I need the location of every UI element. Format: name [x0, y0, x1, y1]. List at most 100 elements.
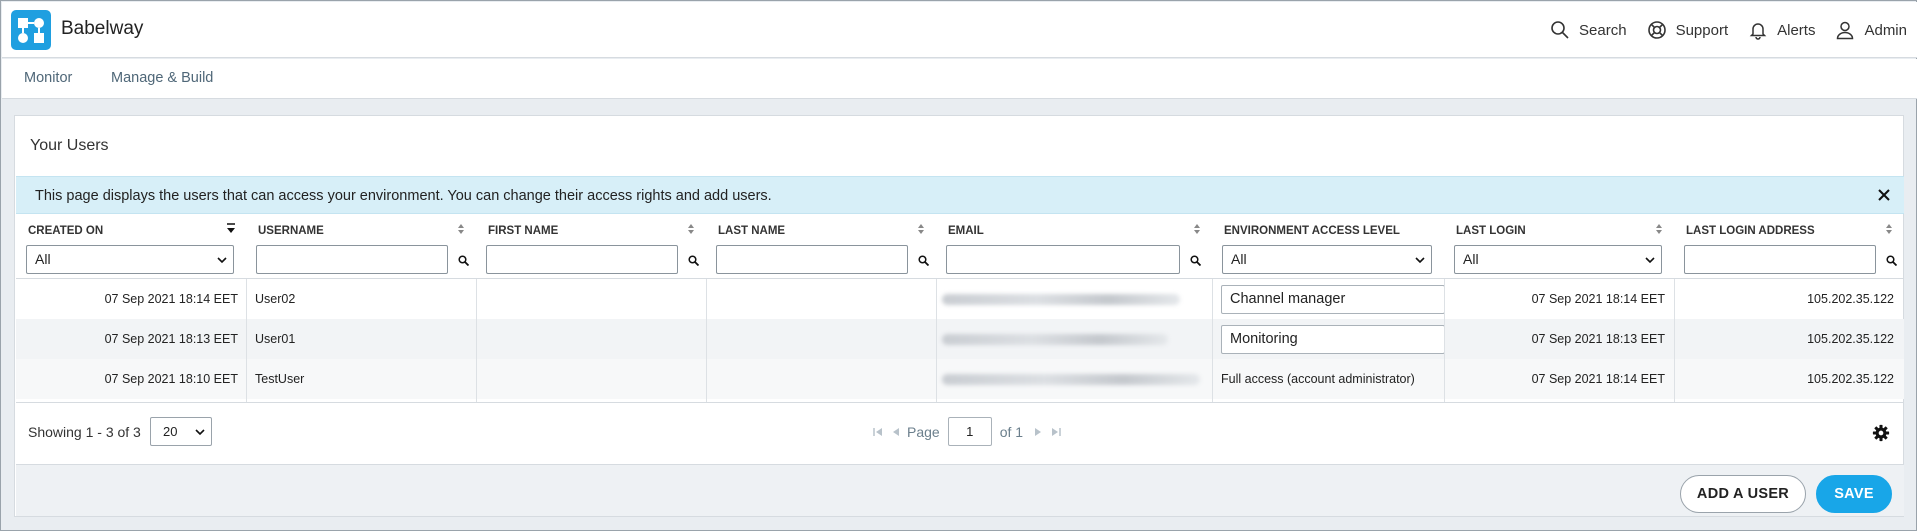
search-button[interactable]: Search — [1550, 20, 1627, 40]
first-page-icon[interactable] — [871, 425, 885, 439]
cell-last-name — [716, 319, 926, 359]
search-icon[interactable] — [1886, 255, 1897, 266]
nav-item-monitor[interactable]: Monitor — [24, 70, 72, 86]
search-icon[interactable] — [918, 255, 929, 266]
column-divider — [1212, 279, 1213, 402]
column-last-login: LAST LOGIN All — [1444, 214, 1674, 274]
cell-last-login-address: 105.202.35.122 — [1807, 332, 1894, 346]
column-divider — [246, 279, 247, 402]
lifebuoy-icon — [1647, 21, 1666, 39]
column-header-last-login[interactable]: LAST LOGIN — [1456, 225, 1526, 237]
cell-last-name — [716, 279, 926, 319]
username-filter-input[interactable] — [256, 245, 448, 274]
save-button[interactable]: SAVE — [1816, 475, 1892, 513]
next-page-icon[interactable] — [1031, 425, 1045, 439]
cell-last-login: 07 Sep 2021 18:14 EET — [1531, 292, 1665, 306]
page-size-select[interactable]: 20 — [150, 417, 212, 446]
table-row[interactable]: 07 Sep 2021 18:13 EET User01 Monitoring … — [16, 319, 1904, 359]
users-table: CREATED ON All USERNAME FIRST NAME LAST … — [16, 214, 1904, 516]
table-row[interactable]: 07 Sep 2021 18:14 EET User02 Channel man… — [16, 279, 1904, 319]
page-label: Page — [907, 423, 940, 440]
alerts-label: Alerts — [1777, 21, 1816, 39]
support-label: Support — [1675, 21, 1729, 39]
column-header-last-name[interactable]: LAST NAME — [718, 225, 785, 237]
cell-last-name — [716, 359, 926, 399]
close-icon[interactable] — [1874, 185, 1894, 205]
action-bar: ADD A USER SAVE — [16, 464, 1904, 516]
column-header-email[interactable]: EMAIL — [948, 225, 984, 237]
cell-first-name — [486, 279, 696, 319]
column-header-first-name[interactable]: FIRST NAME — [488, 225, 558, 237]
column-header-created-on[interactable]: CREATED ON — [28, 225, 103, 237]
sort-icon[interactable] — [1192, 222, 1202, 236]
previous-page-icon[interactable] — [889, 425, 903, 439]
last-name-filter-input[interactable] — [716, 245, 908, 274]
cell-created-on: 07 Sep 2021 18:14 EET — [104, 292, 238, 306]
access-level-select[interactable]: Channel manager — [1221, 285, 1445, 314]
sort-icon[interactable] — [1884, 222, 1894, 236]
access-level-value: Channel manager — [1230, 291, 1346, 307]
support-button[interactable]: Support — [1647, 20, 1729, 40]
add-user-button[interactable]: ADD A USER — [1680, 475, 1806, 513]
email-filter-input[interactable] — [946, 245, 1180, 274]
chevron-down-icon — [1645, 257, 1655, 264]
pager: Page 1 of 1 — [871, 417, 1067, 446]
bell-icon — [1749, 23, 1767, 40]
cell-username: User02 — [255, 292, 296, 306]
access-level-select[interactable]: Monitoring — [1221, 325, 1445, 354]
gear-icon[interactable] — [1872, 424, 1890, 442]
column-first-name: FIRST NAME — [476, 214, 706, 274]
column-last-login-address: LAST LOGIN ADDRESS — [1674, 214, 1904, 274]
user-icon — [1837, 21, 1854, 40]
table-footer: Showing 1 - 3 of 3 20 Page 1 of 1 — [16, 402, 1904, 464]
sort-icon[interactable] — [1654, 222, 1664, 236]
access-level-value: Monitoring — [1230, 331, 1298, 347]
cell-first-name — [486, 359, 696, 399]
search-icon — [1551, 21, 1569, 39]
main-nav: Monitor Manage & Build — [2, 59, 1917, 99]
last-login-filter-select[interactable]: All — [1454, 245, 1662, 274]
cell-access-level: Full access (account administrator) — [1221, 372, 1415, 386]
email-redacted — [942, 294, 1180, 305]
column-header-last-login-address[interactable]: LAST LOGIN ADDRESS — [1686, 225, 1815, 237]
users-panel: Your Users This page displays the users … — [14, 115, 1904, 517]
column-divider — [706, 279, 707, 402]
search-icon[interactable] — [458, 255, 469, 266]
page-number-input[interactable]: 1 — [947, 417, 992, 446]
column-email: EMAIL — [936, 214, 1212, 274]
babelway-logo[interactable] — [11, 10, 51, 50]
sort-icon[interactable] — [686, 222, 696, 236]
search-icon[interactable] — [1190, 255, 1201, 266]
table-row[interactable]: 07 Sep 2021 18:10 EET TestUser Full acce… — [16, 359, 1904, 399]
sort-icon[interactable] — [456, 222, 466, 236]
nav-item-manage-build[interactable]: Manage & Build — [111, 70, 213, 86]
first-name-filter-input[interactable] — [486, 245, 678, 274]
sort-icon[interactable] — [916, 222, 926, 236]
showing-count: Showing 1 - 3 of 3 — [28, 424, 141, 440]
column-header-access-level[interactable]: ENVIRONMENT ACCESS LEVEL — [1224, 225, 1400, 237]
last-page-icon[interactable] — [1049, 425, 1063, 439]
cell-created-on: 07 Sep 2021 18:10 EET — [104, 372, 238, 386]
created-on-filter-select[interactable]: All — [26, 245, 234, 274]
app-window: Babelway Search Support Alerts Admin Mon… — [0, 0, 1917, 531]
top-bar: Babelway Search Support Alerts Admin — [2, 2, 1917, 58]
access-level-filter-select[interactable]: All — [1222, 245, 1432, 274]
cell-last-login: 07 Sep 2021 18:14 EET — [1531, 372, 1665, 386]
column-last-name: LAST NAME — [706, 214, 936, 274]
column-access-level: ENVIRONMENT ACCESS LEVEL All — [1212, 214, 1444, 274]
admin-label: Admin — [1864, 21, 1907, 39]
top-actions: Search Support Alerts Admin — [1530, 2, 1907, 58]
page-title: Your Users — [30, 137, 109, 154]
alerts-button[interactable]: Alerts — [1748, 20, 1815, 40]
column-username: USERNAME — [246, 214, 476, 274]
info-banner: This page displays the users that can ac… — [16, 176, 1904, 214]
admin-button[interactable]: Admin — [1835, 20, 1907, 40]
search-label: Search — [1579, 21, 1627, 39]
email-redacted — [942, 374, 1200, 385]
last-login-filter-value: All — [1463, 251, 1479, 267]
last-login-address-filter-input[interactable] — [1684, 245, 1876, 274]
cell-username: User01 — [255, 332, 296, 346]
search-icon[interactable] — [688, 255, 699, 266]
sort-desc-icon[interactable] — [226, 222, 236, 236]
column-header-username[interactable]: USERNAME — [258, 225, 324, 237]
